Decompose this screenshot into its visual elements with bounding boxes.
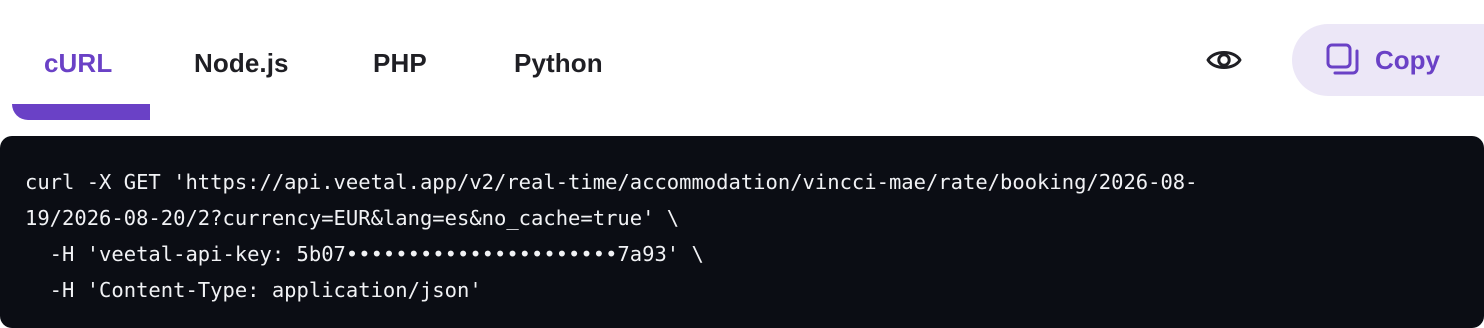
tab-curl[interactable]: cURL — [44, 40, 112, 86]
active-tab-indicator — [12, 104, 150, 120]
code-line: -H 'veetal-api-key: 5b07••••••••••••••••… — [25, 242, 704, 266]
code-line: -H 'Content-Type: application/json' — [25, 278, 482, 302]
copy-icon — [1325, 42, 1361, 78]
tab-php[interactable]: PHP — [373, 40, 427, 86]
code-line: 19/2026-08-20/2?currency=EUR&lang=es&no_… — [25, 206, 680, 230]
language-tabs-bar: cURL Node.js PHP Python Copy — [0, 0, 1484, 120]
tab-python[interactable]: Python — [514, 40, 603, 86]
copy-button[interactable]: Copy — [1292, 24, 1484, 96]
copy-label: Copy — [1375, 44, 1440, 75]
tab-nodejs[interactable]: Node.js — [194, 40, 289, 86]
toggle-key-visibility-button[interactable] — [1200, 40, 1248, 84]
code-block: curl -X GET 'https://api.veetal.app/v2/r… — [0, 136, 1484, 328]
eye-icon — [1206, 47, 1242, 78]
code-line: curl -X GET 'https://api.veetal.app/v2/r… — [25, 170, 1198, 194]
